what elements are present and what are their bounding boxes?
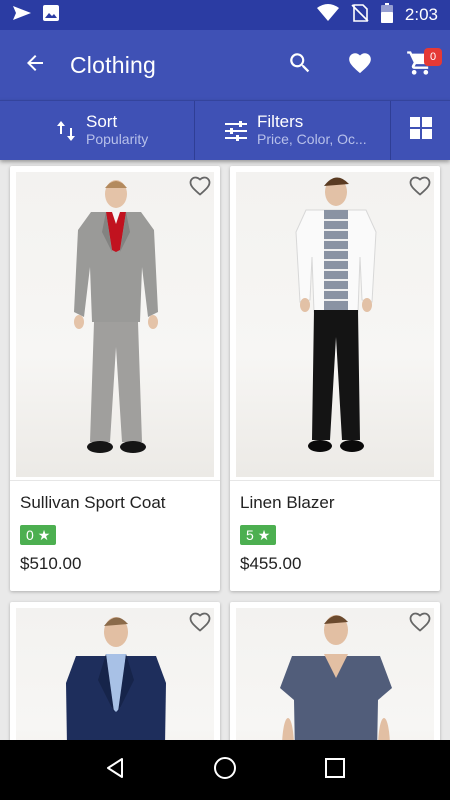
back-triangle-icon — [103, 756, 127, 785]
favorite-toggle-icon[interactable] — [408, 610, 432, 634]
sort-value: Popularity — [86, 132, 149, 148]
product-card[interactable] — [10, 602, 220, 740]
grid-view-icon — [409, 116, 433, 145]
view-toggle-button[interactable] — [391, 101, 450, 160]
cart-count-badge: 0 — [424, 48, 442, 66]
send-icon — [12, 5, 32, 26]
no-sim-icon — [351, 3, 369, 27]
back-arrow-icon — [23, 51, 47, 80]
battery-icon — [380, 2, 393, 28]
filters-label: Filters — [257, 112, 304, 132]
heart-icon — [347, 50, 373, 81]
filters-value: Price, Color, Oc... — [257, 132, 367, 148]
system-nav-bar — [0, 740, 450, 800]
rating-badge: 0 ★ — [20, 525, 57, 545]
status-time: 2:03 — [404, 5, 438, 24]
page-title: Clothing — [70, 51, 156, 78]
home-circle-icon — [212, 755, 238, 786]
filter-bar: Sort Popularity Filters Price, Color, Oc… — [0, 100, 450, 160]
wifi-icon — [316, 3, 339, 27]
favorite-toggle-icon[interactable] — [188, 610, 212, 634]
product-image — [236, 172, 434, 477]
tune-icon — [225, 120, 247, 141]
image-icon — [42, 4, 60, 27]
product-image — [16, 608, 214, 740]
star-icon: ★ — [257, 526, 271, 543]
app-bar: Clothing 0 — [0, 30, 450, 100]
filters-button[interactable]: Filters Price, Color, Oc... — [195, 101, 391, 160]
nav-back-button[interactable] — [90, 745, 140, 795]
recents-square-icon — [324, 757, 346, 784]
rating-value: 5 — [246, 527, 254, 543]
product-card[interactable] — [230, 602, 440, 740]
search-button[interactable] — [270, 30, 330, 100]
star-icon: ★ — [37, 526, 51, 543]
product-name: Linen Blazer — [240, 493, 335, 512]
product-price: $455.00 — [240, 554, 302, 573]
product-name: Sullivan Sport Coat — [20, 493, 166, 512]
favorite-toggle-icon[interactable] — [408, 174, 432, 198]
nav-home-button[interactable] — [200, 745, 250, 795]
product-image — [16, 172, 214, 477]
status-bar: 2:03 — [0, 0, 450, 30]
rating-badge: 5 ★ — [240, 525, 277, 545]
product-image — [236, 608, 434, 740]
sort-button[interactable]: Sort Popularity — [0, 101, 195, 160]
product-card[interactable]: Linen Blazer 5 ★ $455.00 — [230, 166, 440, 591]
product-card[interactable]: Sullivan Sport Coat 0 ★ $510.00 — [10, 166, 220, 591]
cart-button[interactable]: 0 — [390, 30, 450, 100]
card-divider — [10, 480, 220, 481]
wishlist-button[interactable] — [330, 30, 390, 100]
rating-value: 0 — [26, 527, 34, 543]
product-price: $510.00 — [20, 554, 82, 573]
sort-label: Sort — [86, 112, 118, 132]
nav-recents-button[interactable] — [310, 745, 360, 795]
favorite-toggle-icon[interactable] — [188, 174, 212, 198]
search-icon — [287, 50, 313, 81]
product-grid: Sullivan Sport Coat 0 ★ $510.00 Linen Bl… — [0, 160, 450, 740]
sort-arrows-icon — [56, 120, 76, 142]
back-button[interactable] — [0, 30, 70, 100]
card-divider — [230, 480, 440, 481]
